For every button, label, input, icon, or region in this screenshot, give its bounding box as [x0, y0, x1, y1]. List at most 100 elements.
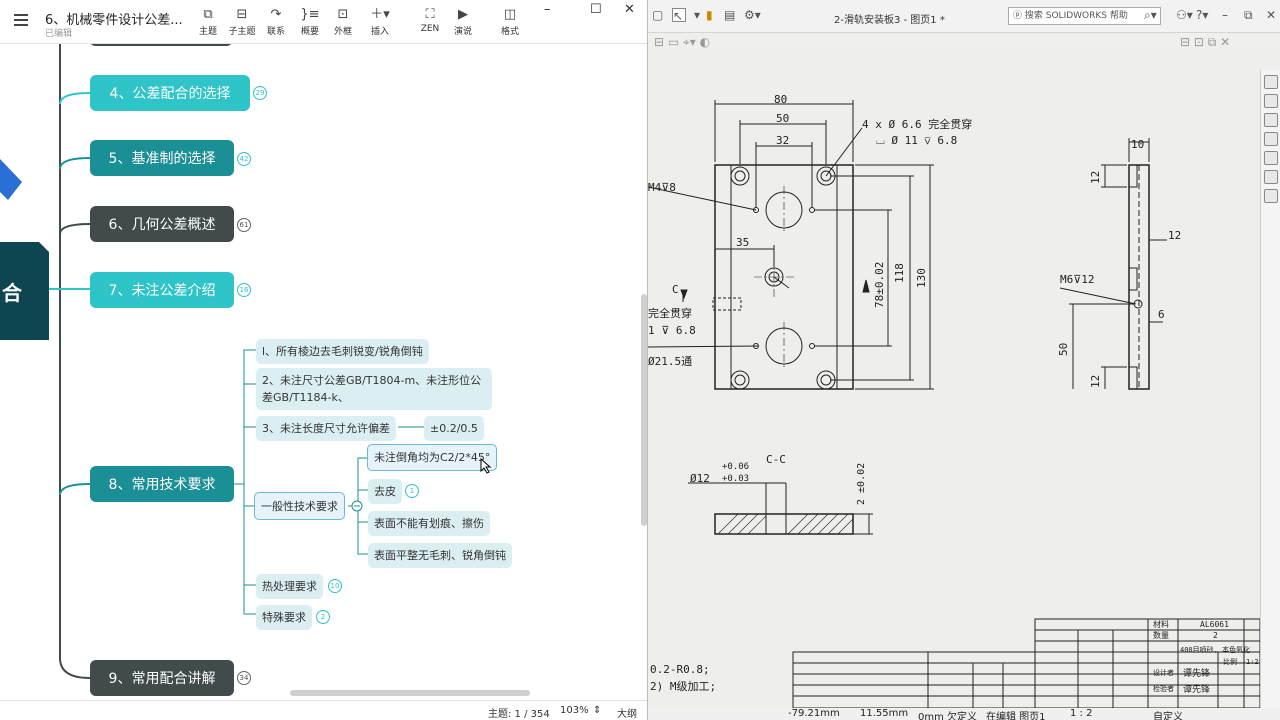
dropdown-icon[interactable]: ▾ [694, 8, 700, 22]
dim-78[interactable]: 78±0.02 [873, 262, 886, 308]
subtopic-general-1[interactable]: 未注倒角均为C2/2*45° [367, 444, 498, 471]
topic-7-count[interactable]: 16 [237, 283, 251, 297]
restore-icon[interactable]: ⧉ [1244, 8, 1253, 23]
maximize-icon[interactable]: ☐ [590, 2, 602, 17]
status-scale[interactable]: 1 : 2 [1070, 708, 1092, 719]
user-icon[interactable]: ⚇▾ [1176, 8, 1193, 22]
menu-icon[interactable] [14, 14, 28, 26]
document-window-controls[interactable]: ⊟ ⊡ ⧉ ✕ [1180, 35, 1230, 50]
tol-lower[interactable]: +0.03 [722, 475, 749, 484]
zoom-level[interactable]: 103% [560, 705, 589, 716]
horizontal-scrollbar[interactable] [290, 690, 530, 696]
pitch-icon: ▶ [458, 7, 468, 22]
dim-10[interactable]: 10 [1131, 139, 1144, 150]
appearances-icon[interactable] [1264, 151, 1278, 165]
subtopic-heat-count[interactable]: 10 [328, 579, 342, 593]
help-question-icon[interactable]: ?▾ [1196, 8, 1208, 22]
topic-4-count[interactable]: 29 [253, 86, 267, 100]
dim-80[interactable]: 80 [774, 94, 787, 105]
thread-m4-note[interactable]: M4⊽8 [648, 182, 676, 193]
subtopic-special[interactable]: 特殊要求 [256, 605, 312, 630]
central-topic[interactable]: 合 [0, 241, 50, 340]
hole-callout-2[interactable]: ⌴ Ø 11 ⊽ 6.8 [876, 135, 957, 146]
traffic-light-icon[interactable]: ▮ [706, 8, 713, 22]
design-library-icon[interactable] [1264, 94, 1278, 108]
topic-7[interactable]: 7、未注公差介绍 [90, 272, 234, 308]
subtopic-heat[interactable]: 热处理要求 [256, 574, 323, 599]
dim-32[interactable]: 32 [776, 135, 789, 146]
tb-check-label: 检验者 [1153, 685, 1174, 693]
topic-previous[interactable] [90, 44, 232, 46]
search-icon[interactable]: ⌕▾ [1144, 8, 1157, 23]
file-properties-icon[interactable]: ▤ [724, 8, 735, 22]
dim-12-bottom[interactable]: 12 [1089, 375, 1102, 388]
note-line-1[interactable]: 0.2-R0.8; [650, 664, 710, 675]
phi12-dim[interactable]: Ø12 [690, 473, 710, 484]
tol-upper[interactable]: +0.06 [722, 463, 749, 472]
resources-icon[interactable] [1264, 75, 1278, 89]
dim-12-top[interactable]: 12 [1089, 171, 1102, 184]
dim-12-right[interactable]: 12 [1168, 230, 1181, 241]
section-title[interactable]: C-C [766, 454, 786, 465]
dim-6[interactable]: 6 [1158, 309, 1165, 320]
hole-callout-1[interactable]: 4 x Ø 6.6 完全贯穿 [862, 119, 972, 130]
dim-50-side[interactable]: 50 [1057, 343, 1070, 356]
subtopic-general-2-count[interactable]: 1 [405, 484, 419, 498]
solidworks-help-search[interactable]: ⓟ 搜索 SOLIDWORKS 帮助 [1008, 7, 1161, 25]
help-icon: ⓟ [1013, 11, 1023, 21]
left-note-3[interactable]: Ø21.5通 [648, 356, 692, 367]
custom-properties-icon[interactable] [1264, 170, 1278, 184]
view-icon[interactable]: ⊟ ▭ ⌖▾ ◐ [654, 35, 710, 50]
drawing-sheet[interactable] [648, 52, 1260, 708]
zoom-stepper-icon[interactable]: ⇕ [593, 705, 601, 716]
view-palette-icon[interactable] [1264, 132, 1278, 146]
note-line-2[interactable]: 2) M级加工; [650, 681, 716, 692]
topic-6-count[interactable]: 61 [237, 218, 251, 232]
outline-button[interactable]: 大纲 [617, 705, 637, 720]
subtopic-3-value[interactable]: ±0.2/0.5 [424, 416, 484, 441]
topic-4[interactable]: 4、公差配合的选择 [90, 75, 250, 111]
topic-5[interactable]: 5、基准制的选择 [90, 140, 234, 176]
toolbar-insert-button[interactable]: ＋▾ 插入 [358, 6, 402, 37]
status-units[interactable]: 自定义 [1153, 708, 1183, 720]
subtopic-3[interactable]: 3、未注长度尺寸允许偏差 [256, 416, 396, 441]
close-icon[interactable]: ✕ [624, 2, 635, 17]
close-icon[interactable]: ✕ [1266, 8, 1276, 22]
dim-2[interactable]: 2 ±0.02 [856, 463, 867, 505]
dim-130[interactable]: 130 [915, 268, 928, 288]
subtopic-2[interactable]: 2、未注尺寸公差GB/T1804-m、未注形位公差GB/T1184-k、 [256, 368, 492, 410]
dim-50[interactable]: 50 [776, 113, 789, 124]
topic-5-count[interactable]: 42 [237, 152, 251, 166]
section-c-label[interactable]: C [672, 284, 679, 295]
subtopic-general-4[interactable]: 表面平整无毛刺、锐角倒钝 [368, 543, 512, 568]
dim-118[interactable]: 118 [893, 263, 906, 283]
forum-icon[interactable] [1264, 189, 1278, 203]
tb-material-label: 材料 [1153, 620, 1169, 629]
subtopic-1[interactable]: l、所有棱边去毛刺锐变/锐角倒钝 [256, 339, 429, 364]
topic-8[interactable]: 8、常用技术要求 [90, 466, 234, 502]
subtopic-general[interactable]: 一般性技术要求 [254, 492, 345, 520]
topic-9[interactable]: 9、常用配合讲解 [90, 660, 234, 696]
xmind-window: 6、机械零件设计公差... 已编辑 ⧉ 主题 ⊟ 子主题 ↷ 联系 }≡ 概要 ⊡ 外框 … [0, 0, 648, 720]
topic-6[interactable]: 6、几何公差概述 [90, 206, 234, 242]
toolbar-format-button[interactable]: ◫ 格式 [488, 6, 532, 37]
subtopic-general-2[interactable]: 去皮 [368, 479, 402, 504]
subtopic-special-count[interactable]: 2 [316, 610, 330, 624]
new-icon[interactable]: ▢ [652, 8, 663, 22]
left-note-2[interactable]: 1 ⊽ 6.8 [648, 325, 696, 336]
topic-9-count[interactable]: 34 [237, 671, 251, 685]
dim-35[interactable]: 35 [736, 237, 749, 248]
file-explorer-icon[interactable] [1264, 113, 1278, 127]
select-tool-icon[interactable]: ↖ [672, 8, 686, 23]
solidworks-window: ▢ ↖ ▾ ▮ ▤ ⚙▾ 2-滑轨安装板3 - 图页1 * ⓟ 搜索 SOLID… [648, 0, 1280, 720]
options-gear-icon[interactable]: ⚙▾ [744, 8, 761, 22]
solidworks-document-title: 2-滑轨安装板3 - 图页1 * [834, 15, 945, 26]
toolbar-pitch-button[interactable]: ▶ 演说 [441, 6, 485, 37]
thread-m6-note[interactable]: M6⊽12 [1060, 274, 1095, 285]
left-note-1[interactable]: 完全贯穿 [648, 308, 692, 319]
minimize-icon[interactable]: – [1222, 8, 1228, 22]
subtopic-general-3[interactable]: 表面不能有划痕、擦伤 [368, 511, 490, 536]
mindmap-canvas[interactable]: 4、公差配合的选择 29 5、基准制的选择 42 6、几何公差概述 61 7、未… [0, 44, 647, 700]
minimize-icon[interactable]: – [544, 2, 551, 17]
vertical-scrollbar[interactable] [641, 294, 647, 526]
